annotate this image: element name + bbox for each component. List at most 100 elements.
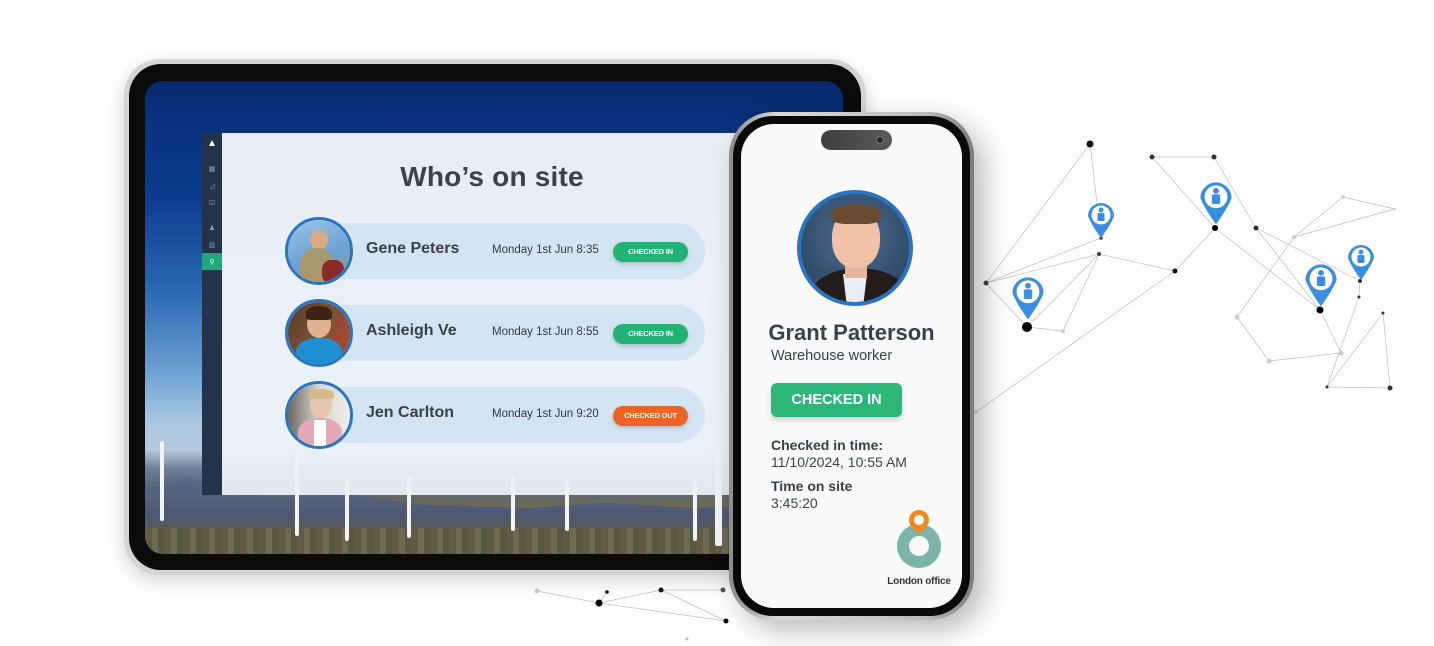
network-node [1338, 350, 1344, 356]
main-content: Who’s on site Gene Peters Monday 1st Jun… [222, 133, 762, 495]
status-badge[interactable]: CHECKED OUT [613, 406, 688, 426]
location-label: London office [887, 576, 951, 587]
profile-role: Warehouse worker [771, 348, 893, 364]
network-node [1266, 358, 1272, 364]
building-icon: ▥ [208, 241, 216, 249]
profile-name: Grant Patterson [768, 320, 935, 345]
checked-in-time-label: Checked in time: [771, 437, 884, 453]
network-node [1292, 235, 1296, 239]
sidebar-item-tasks[interactable]: ☑ [202, 194, 222, 211]
network-edge [1236, 316, 1270, 362]
time-on-site-label: Time on site [771, 478, 853, 494]
network-node [720, 587, 726, 593]
network-node [1316, 306, 1324, 314]
network-edge [1174, 227, 1216, 272]
network-edge [985, 143, 1091, 284]
network-node [1253, 225, 1259, 231]
network-node [595, 599, 603, 607]
network-node [1022, 322, 1032, 332]
network-edge [1236, 236, 1295, 318]
status-badge[interactable]: CHECKED IN [613, 324, 688, 344]
network-edge [1214, 227, 1321, 311]
network-node [1325, 385, 1329, 389]
avatar [285, 381, 353, 449]
check-time: Monday 1st Jun 9:20 [492, 408, 599, 420]
network-node [1387, 385, 1393, 391]
network-edge [1326, 386, 1391, 389]
user-location-pin-icon [1348, 245, 1374, 280]
network-node [1234, 314, 1240, 320]
site-location[interactable]: London office [883, 505, 955, 587]
network-edge [1098, 253, 1176, 272]
page-title: Who’s on site [400, 161, 584, 192]
sidebar-item-sites[interactable]: ▥ [202, 236, 222, 253]
network-node [1381, 311, 1385, 315]
user-icon: ♟ [208, 224, 216, 232]
network-node [1097, 252, 1101, 256]
network-node [1358, 279, 1362, 283]
user-location-pin-icon [1200, 182, 1232, 225]
network-node [1357, 295, 1361, 299]
network-node [1394, 208, 1396, 210]
app-logo-icon[interactable]: ▲ [207, 136, 217, 152]
network-node [605, 590, 609, 594]
list-item[interactable]: Ashleigh Ve Monday 1st Jun 8:55 CHECKED … [285, 299, 705, 367]
network-node [1211, 154, 1217, 160]
network-edge [1358, 280, 1361, 298]
status-badge[interactable]: CHECKED IN [613, 242, 688, 262]
list-item[interactable]: Jen Carlton Monday 1st Jun 9:20 CHECKED … [285, 381, 705, 449]
network-node [1149, 154, 1155, 160]
person-name: Gene Peters [366, 240, 460, 257]
sidebar-item-reports[interactable]: ◿ [202, 177, 222, 194]
location-pin-icon: ⚲ [209, 258, 215, 266]
network-edge [985, 253, 1100, 284]
list-item[interactable]: Gene Peters Monday 1st Jun 8:35 CHECKED … [285, 217, 705, 285]
camera-icon [876, 136, 884, 144]
network-node [685, 637, 689, 641]
app-window: ▲ ▦ ◿ ☑ ♟ ▥ ⚲ Who’s on site Gene Peters … [202, 133, 762, 495]
person-name: Ashleigh Ve [366, 322, 457, 339]
user-location-pin-icon [1012, 277, 1044, 320]
phone-bezel: Grant Patterson Warehouse worker CHECKED… [733, 116, 970, 616]
check-time: Monday 1st Jun 8:35 [492, 244, 599, 256]
network-node [1172, 268, 1178, 274]
check-in-status-button[interactable]: CHECKED IN [771, 383, 902, 417]
sidebar-item-dashboard[interactable]: ▦ [202, 160, 222, 177]
network-node [974, 410, 978, 414]
location-ring-icon [897, 505, 941, 568]
sidebar: ▲ ▦ ◿ ☑ ♟ ▥ ⚲ [202, 133, 222, 495]
checked-in-time-value: 11/10/2024, 10:55 AM [771, 454, 907, 470]
network-edge [1268, 352, 1342, 362]
network-edge [1062, 253, 1100, 332]
sidebar-item-on-site[interactable]: ⚲ [202, 253, 222, 270]
user-location-pin-icon [1305, 264, 1337, 307]
network-node [658, 587, 664, 593]
network-node [1212, 225, 1218, 231]
avatar [285, 299, 353, 367]
network-edge [1293, 196, 1344, 238]
network-node [983, 280, 989, 286]
avatar [285, 217, 353, 285]
phone-screen: Grant Patterson Warehouse worker CHECKED… [741, 124, 962, 608]
location-pin-icon [904, 505, 934, 535]
network-edge [1342, 196, 1396, 210]
network-node [534, 588, 540, 594]
network-edge [536, 590, 600, 604]
network-edge [1382, 312, 1391, 389]
network-node [1341, 195, 1345, 199]
dashboard-icon: ▦ [208, 165, 216, 173]
network-node [1061, 329, 1065, 333]
network-node [723, 618, 729, 624]
person-name: Jen Carlton [366, 404, 455, 421]
phone-device: Grant Patterson Warehouse worker CHECKED… [729, 112, 974, 620]
check-time: Monday 1st Jun 8:55 [492, 326, 599, 338]
user-location-pin-icon [1088, 203, 1114, 238]
chart-icon: ◿ [209, 182, 215, 190]
checklist-icon: ☑ [208, 199, 216, 207]
wind-turbine [160, 441, 164, 521]
network-edge [1326, 296, 1360, 388]
time-on-site-value: 3:45:20 [771, 495, 818, 511]
network-edge [1319, 309, 1342, 354]
sidebar-item-users[interactable]: ♟ [202, 219, 222, 236]
dynamic-island [821, 130, 892, 150]
